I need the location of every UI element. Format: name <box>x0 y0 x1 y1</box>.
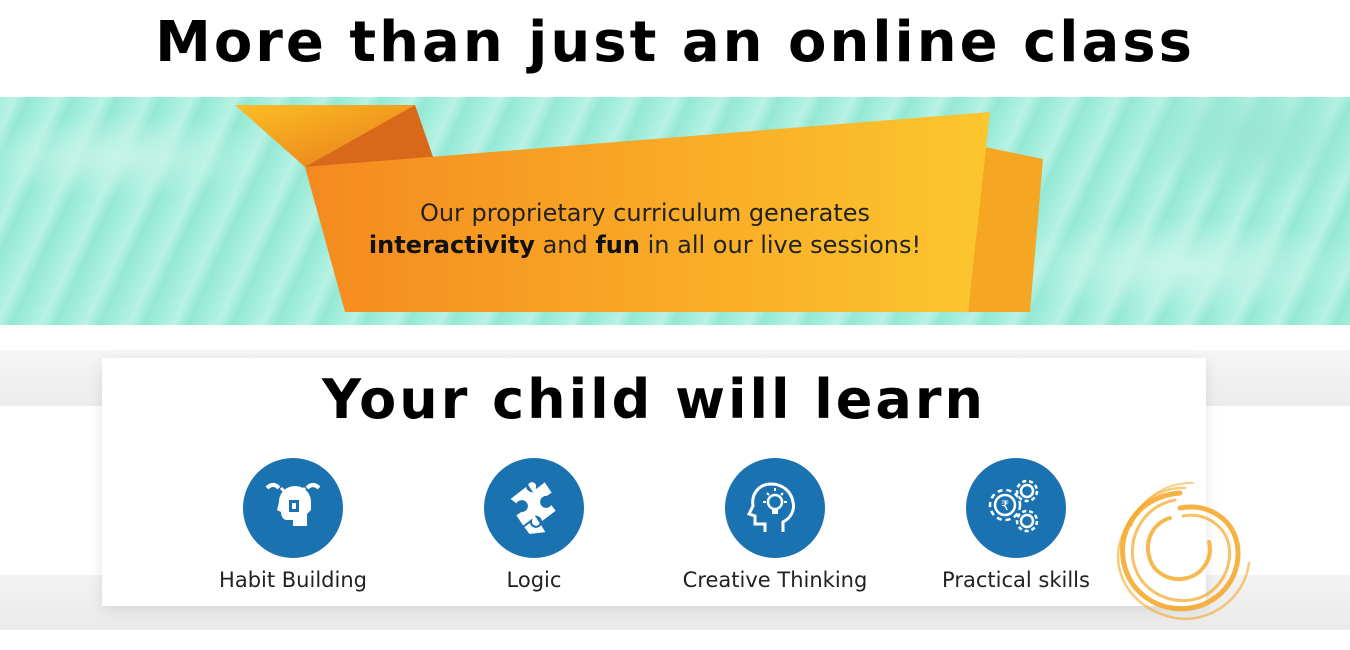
banner-text: Our proprietary curriculum generates int… <box>360 197 930 261</box>
skill-label: Logic <box>506 568 562 592</box>
skill-label: Creative Thinking <box>682 568 868 592</box>
banner-line-1: Our proprietary curriculum generates <box>419 199 871 227</box>
learn-card: Your child will learn Habit Building Log… <box>102 358 1206 606</box>
skill-practical-skills: ₹ Practical skills <box>896 458 1136 592</box>
rupee-gears-icon: ₹ <box>966 458 1066 558</box>
svg-text:₹: ₹ <box>1001 499 1009 514</box>
brush-swirl-decoration <box>1116 481 1251 621</box>
skill-logic: Logic <box>414 458 654 592</box>
skill-label: Practical skills <box>942 568 1090 592</box>
puzzle-icon <box>484 458 584 558</box>
hero-banner: Our proprietary curriculum generates int… <box>0 97 1350 325</box>
skill-habit-building: Habit Building <box>173 458 413 592</box>
learn-title: Your child will learn <box>322 368 986 431</box>
head-lightbulb-icon <box>725 458 825 558</box>
brain-habit-icon <box>243 458 343 558</box>
banner-tail: in all our live sessions! <box>647 231 922 259</box>
banner-bold-fun: fun <box>595 231 640 259</box>
skill-label: Habit Building <box>219 568 367 592</box>
page-title: More than just an online class <box>155 10 1195 75</box>
banner-bold-interactivity: interactivity <box>368 231 535 259</box>
skill-creative-thinking: Creative Thinking <box>655 458 895 592</box>
banner-and: and <box>542 231 588 259</box>
